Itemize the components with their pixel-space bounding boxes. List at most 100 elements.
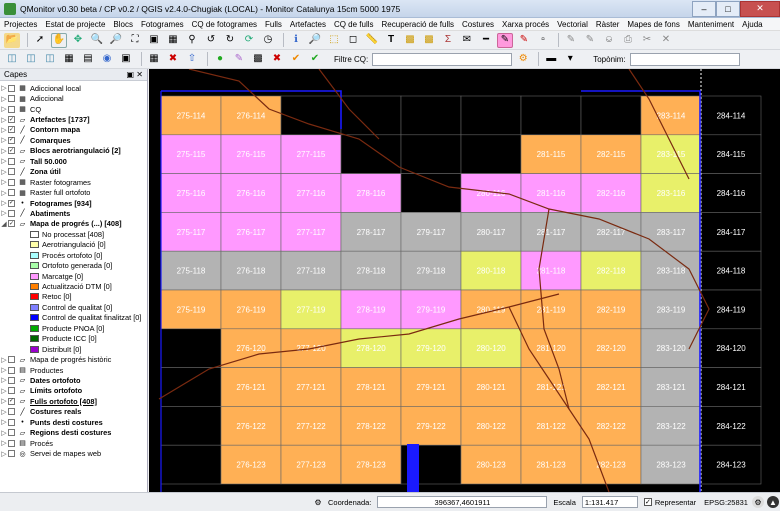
panel-controls[interactable]: ▣ ✕ (127, 70, 143, 79)
layer-checkbox[interactable] (8, 178, 15, 186)
identify-icon[interactable]: ℹ (288, 33, 304, 48)
expand-icon[interactable]: ▷ (0, 157, 8, 165)
sheet-cell[interactable]: 282-123 (580, 444, 642, 485)
sheet-cell[interactable]: 284-122 (700, 406, 762, 446)
sheet-cell[interactable]: 277-116 (280, 173, 342, 213)
paste-icon[interactable]: ⎙ (620, 33, 636, 48)
expand-icon[interactable]: ▷ (0, 199, 8, 207)
sheet-cell[interactable]: 276-117 (220, 212, 282, 252)
sheet-cell[interactable] (340, 95, 402, 136)
sheet-cell[interactable]: 279-117 (400, 212, 462, 252)
zoom-full-icon[interactable]: ⛶ (127, 33, 143, 48)
line-style-icon[interactable]: ━ (478, 33, 494, 48)
sheet-cell[interactable]: 284-117 (700, 212, 762, 252)
menu-item[interactable]: Ajuda (742, 20, 762, 29)
layer-item[interactable]: ▷ ▱ Límits ortofoto (0, 386, 147, 396)
menu-item[interactable]: Costures (462, 20, 494, 29)
expand-icon[interactable]: ▷ (0, 356, 8, 364)
layer-item[interactable]: Procés ortofoto [0] (0, 250, 147, 260)
sheet-cell[interactable]: 283-122 (640, 406, 702, 446)
ruler-icon[interactable]: ▬ (543, 52, 559, 67)
layer-item[interactable]: ▷ ✓ • Fotogrames [934] (0, 198, 147, 208)
text-annotation-icon[interactable]: T (383, 33, 399, 48)
filter-cq-dropdown[interactable] (372, 52, 513, 66)
layer-checkbox[interactable] (8, 450, 15, 458)
sheet-cell[interactable]: 281-122 (520, 406, 582, 446)
layer-item[interactable]: ▷ ✓ ╱ Contorn mapa (0, 125, 147, 135)
layer-item[interactable]: ◢ ✓ ▱ Mapa de progrés (...) [408] (0, 219, 147, 229)
expand-icon[interactable]: ▷ (0, 376, 8, 384)
layer-item[interactable]: Ortofoto generada [0] (0, 260, 147, 270)
pointer-icon[interactable]: ➚ (32, 33, 48, 48)
layer-checkbox[interactable] (8, 408, 15, 416)
checkmark-green-icon[interactable]: ✔ (307, 52, 323, 67)
zoom-selection-icon[interactable]: ▣ (146, 33, 162, 48)
sheet-cell[interactable] (280, 95, 342, 136)
layer-checkbox[interactable]: ✓ (8, 199, 15, 207)
sheet-cell[interactable]: 279-122 (400, 406, 462, 446)
expand-icon[interactable]: ▷ (0, 168, 8, 176)
sheet-cell[interactable] (160, 406, 222, 446)
pan-to-selection-icon[interactable]: ✥ (70, 33, 86, 48)
zoom-layer-icon[interactable]: ▦ (165, 33, 181, 48)
epsg-label[interactable]: EPSG:25831 (704, 498, 748, 507)
close-x-icon[interactable]: ✖ (165, 52, 181, 67)
layer-item[interactable]: ▷ ◎ Servei de mapes web (0, 448, 147, 458)
layer-checkbox[interactable]: ✓ (8, 116, 15, 124)
menu-item[interactable]: Fotogrames (141, 20, 184, 29)
upload-icon[interactable]: ⇧ (184, 52, 200, 67)
layer-item[interactable]: ▷ ▦ Raster full ortofoto (0, 187, 147, 197)
zoom-native-icon[interactable]: ⚲ (184, 33, 200, 48)
delete-icon[interactable]: ✕ (658, 33, 674, 48)
filter-settings-icon[interactable]: ⚙ (515, 52, 531, 67)
map-canvas[interactable]: 275-114 276-114 283-114 284-114 275-115 276-1… (149, 69, 780, 492)
layer-item[interactable]: ▷ ▦ Raster fotogrames (0, 177, 147, 187)
layer-item[interactable]: ▷ ╱ Zona útil (0, 167, 147, 177)
edit-icon[interactable]: ✎ (582, 33, 598, 48)
measure-area-icon[interactable]: ▫ (535, 33, 551, 48)
layer-item[interactable]: ▷ ▤ Procés (0, 438, 147, 448)
sheet-cell[interactable]: 283-123 (640, 444, 702, 485)
render-checkbox[interactable]: ✓ (643, 498, 652, 506)
expand-icon[interactable]: ▷ (0, 408, 8, 416)
sum-icon[interactable]: Σ (440, 33, 456, 48)
refresh-icon[interactable]: ⟳ (241, 33, 257, 48)
sheet-cell[interactable]: 283-120 (640, 328, 702, 368)
sheet-cell[interactable]: 284-119 (700, 289, 762, 330)
image-icon[interactable]: ▤ (80, 52, 96, 67)
sheet-cell[interactable]: 281-121 (520, 367, 582, 407)
menu-item[interactable]: Blocs (113, 20, 133, 29)
menu-item[interactable]: Artefactes (290, 20, 326, 29)
sheet-cell[interactable] (160, 444, 222, 485)
sheet-cell[interactable]: 284-118 (700, 250, 762, 291)
minimize-button[interactable]: – (692, 0, 716, 17)
note-icon[interactable]: ▩ (421, 33, 437, 48)
deselect-icon[interactable]: ◻ (345, 33, 361, 48)
sheet-cell[interactable]: 275-115 (160, 134, 222, 174)
expand-icon[interactable]: ▷ (0, 95, 8, 103)
layer-item[interactable]: ▷ ▦ Adiccional (0, 93, 147, 103)
sheet-cell[interactable]: 276-122 (220, 406, 282, 446)
menu-item[interactable]: Fulls (265, 20, 282, 29)
menu-item[interactable]: CQ de fotogrames (192, 20, 257, 29)
measure-icon[interactable]: 📏 (364, 33, 380, 48)
layer-item[interactable]: ▷ ▱ Tall 50.000 (0, 156, 147, 166)
checkmark-orange-icon[interactable]: ✔ (288, 52, 304, 67)
sheet-cell[interactable]: 276-118 (220, 250, 282, 291)
sheet-cell[interactable]: 280-121 (460, 367, 522, 407)
layer-checkbox[interactable] (8, 418, 15, 426)
sheet-cell[interactable] (460, 134, 522, 174)
sheet-cell[interactable]: 277-123 (280, 444, 342, 485)
sheet-cell[interactable]: 276-115 (220, 134, 282, 174)
expand-icon[interactable]: ▷ (0, 116, 8, 124)
sheet-cell[interactable]: 277-121 (280, 367, 342, 407)
menu-item[interactable]: CQ de fulls (334, 20, 374, 29)
sheet-cell[interactable]: 281-115 (520, 134, 582, 174)
sheet-cell[interactable]: 276-116 (220, 173, 282, 213)
sheet-cell[interactable]: 276-123 (220, 444, 282, 485)
layer-checkbox[interactable]: ✓ (8, 220, 15, 228)
sheet-cell[interactable]: 283-115 (640, 134, 702, 174)
layer-item[interactable]: No processat [408] (0, 229, 147, 239)
expand-icon[interactable]: ▷ (0, 105, 8, 113)
menu-item[interactable]: Mapes de fons (627, 20, 679, 29)
